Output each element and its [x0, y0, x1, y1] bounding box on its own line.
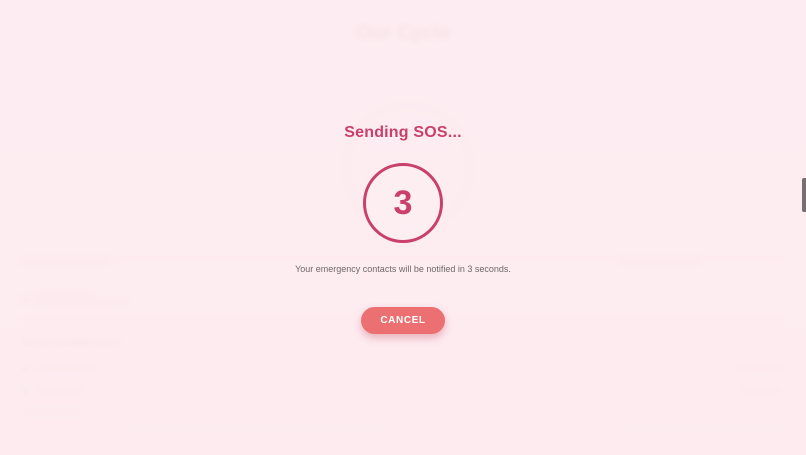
sos-title: Sending SOS... — [344, 124, 462, 141]
countdown-number: 3 — [393, 184, 413, 222]
cancel-button[interactable]: CANCEL — [361, 307, 445, 334]
sos-message: Your emergency contacts will be notified… — [295, 264, 511, 274]
side-handle[interactable] — [802, 178, 806, 212]
countdown-circle: 3 — [363, 163, 443, 243]
